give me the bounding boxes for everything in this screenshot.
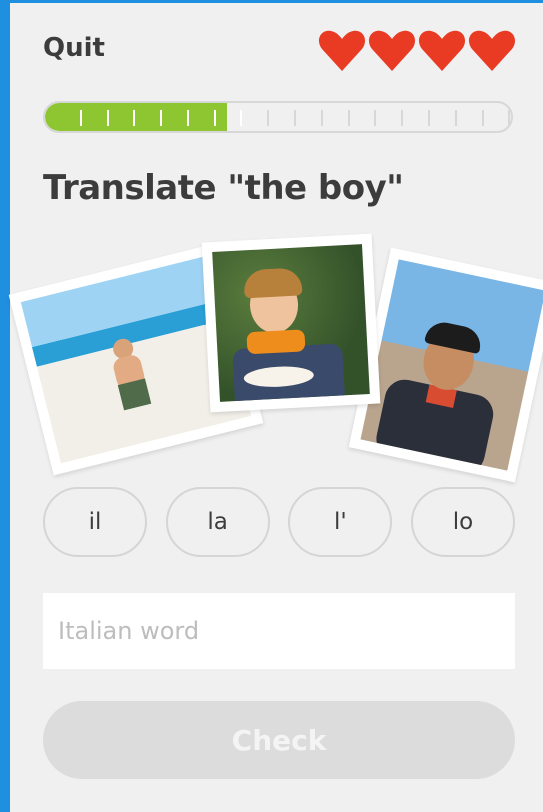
progress-tick xyxy=(320,110,323,126)
heart-icon xyxy=(368,29,416,73)
progress-tick xyxy=(79,110,82,126)
progress-tick xyxy=(481,110,484,126)
check-button[interactable]: Check xyxy=(43,701,515,779)
word-choices: il la l' lo xyxy=(43,487,515,557)
choice-lo[interactable]: lo xyxy=(410,487,515,557)
progress-tick xyxy=(374,110,377,126)
progress-tick xyxy=(240,110,243,126)
progress-tick xyxy=(133,110,136,126)
progress-tick xyxy=(186,110,189,126)
answer-input[interactable] xyxy=(43,593,515,669)
progress-tick xyxy=(401,110,404,126)
progress-tick xyxy=(294,110,297,126)
quit-button[interactable]: Quit xyxy=(43,33,105,63)
choice-l-apostrophe[interactable]: l' xyxy=(288,487,393,557)
picture-cards xyxy=(8,223,543,483)
progress-tick xyxy=(508,110,511,126)
hearts-lives xyxy=(318,29,516,73)
progress-tick xyxy=(427,110,430,126)
heart-icon xyxy=(318,29,366,73)
progress-ticks xyxy=(45,103,511,131)
choice-il[interactable]: il xyxy=(43,487,147,557)
progress-tick xyxy=(213,110,216,126)
progress-tick xyxy=(106,110,109,126)
lesson-screen: Quit Translate "the boy" il la l' lo Che… xyxy=(8,3,543,812)
progress-tick xyxy=(454,110,457,126)
progress-tick xyxy=(347,110,350,126)
progress-tick xyxy=(160,110,163,126)
progress-tick xyxy=(267,110,270,126)
photo-toddler-eating xyxy=(201,233,381,413)
choice-la[interactable]: la xyxy=(165,487,270,557)
heart-icon xyxy=(468,29,516,73)
lesson-progress-bar xyxy=(43,101,513,133)
heart-icon xyxy=(418,29,466,73)
question-prompt: Translate "the boy" xyxy=(43,168,404,208)
